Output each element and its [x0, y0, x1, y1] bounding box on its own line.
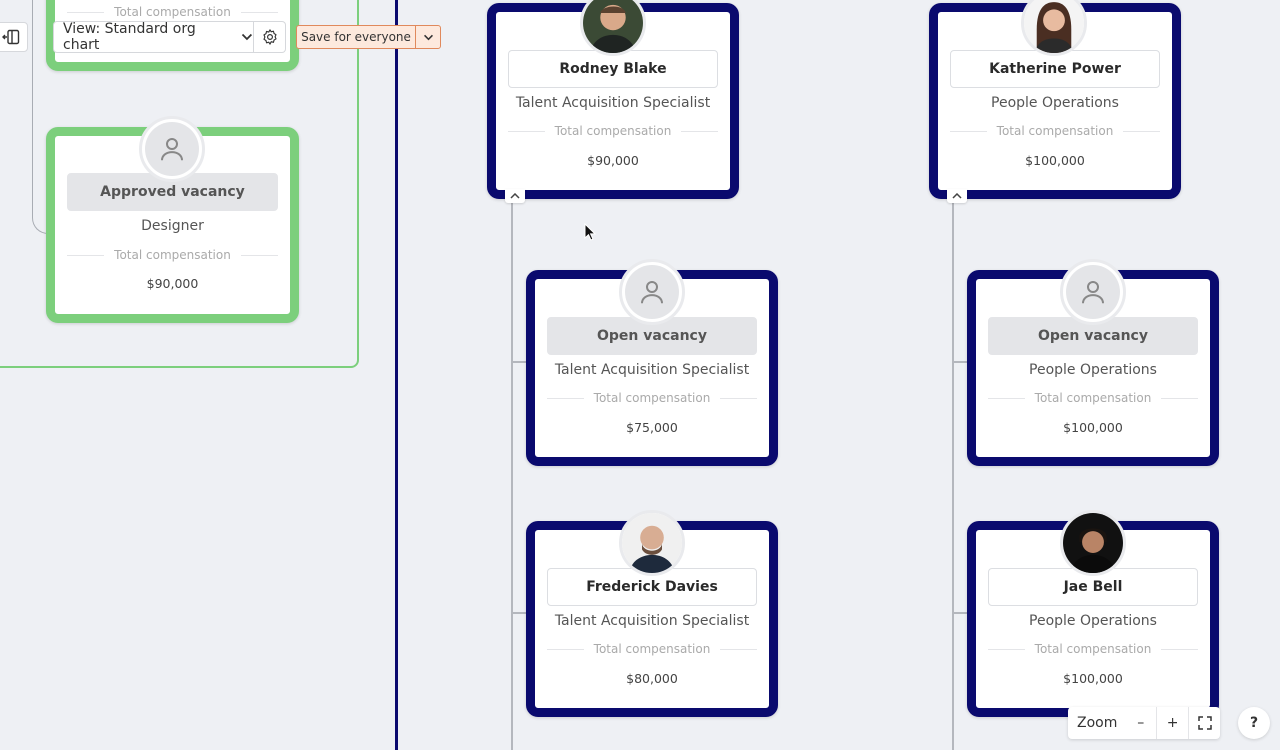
avatar [1060, 510, 1126, 576]
chevron-up-icon [952, 193, 962, 199]
team-group-border [395, 0, 398, 750]
collapse-toggle[interactable] [947, 189, 967, 203]
zoom-out-button[interactable]: – [1125, 707, 1156, 739]
view-settings-button[interactable] [254, 21, 286, 53]
avatar-photo [1024, 0, 1084, 53]
help-button[interactable]: ? [1238, 707, 1270, 739]
chevron-down-icon [241, 33, 253, 41]
avatar [139, 116, 205, 182]
save-button-label: Save for everyone [301, 30, 411, 44]
compensation-value: $90,000 [146, 276, 199, 291]
compensation-label: Total compensation [67, 5, 278, 19]
zoom-in-button[interactable]: + [1156, 707, 1188, 739]
save-options-dropdown[interactable] [415, 25, 441, 49]
compensation-value: $90,000 [587, 153, 639, 168]
compensation-value: $75,000 [626, 420, 678, 435]
fullscreen-button[interactable] [1188, 707, 1220, 739]
view-selector-label: View: Standard org chart [63, 21, 196, 53]
compensation-label: Total compensation [950, 124, 1160, 138]
compensation-label: Total compensation [547, 642, 757, 656]
compensation-label: Total compensation [67, 248, 278, 262]
avatar [619, 259, 685, 325]
compensation-label: Total compensation [547, 391, 757, 405]
compensation-value: $100,000 [1063, 671, 1123, 686]
compensation-value: $100,000 [1025, 153, 1085, 168]
card-role: Talent Acquisition Specialist [554, 362, 750, 378]
view-selector[interactable]: View: Standard org chart [53, 21, 254, 53]
tree-connector [952, 196, 954, 750]
compensation-value: $100,000 [1063, 420, 1123, 435]
card-role: Talent Acquisition Specialist [515, 95, 711, 111]
compensation-label: Total compensation [508, 124, 718, 138]
avatar-photo [1063, 513, 1123, 573]
zoom-label: Zoom [1077, 715, 1118, 731]
tree-connector [511, 196, 513, 750]
sidebar-toggle-button[interactable] [0, 22, 28, 52]
chevron-up-icon [510, 193, 520, 199]
collapse-toggle[interactable] [505, 189, 525, 203]
card-role: Designer [141, 218, 204, 234]
compensation-value: $80,000 [626, 671, 678, 686]
person-placeholder-icon [161, 138, 183, 161]
card-role: People Operations [991, 95, 1119, 111]
gear-icon [262, 29, 277, 45]
compensation-label: Total compensation [988, 391, 1198, 405]
person-placeholder-icon [641, 281, 663, 304]
avatar [619, 510, 685, 576]
person-placeholder-icon [1082, 281, 1104, 304]
avatar [1060, 259, 1126, 325]
cursor-arrow-icon [584, 222, 597, 245]
chevron-down-icon [423, 34, 433, 40]
zoom-controls: Zoom – + [1068, 707, 1220, 739]
avatar-photo [583, 0, 643, 53]
fullscreen-icon [1197, 716, 1212, 730]
sidebar-collapse-icon [2, 29, 20, 45]
card-role: People Operations [1029, 362, 1157, 378]
card-role: People Operations [1029, 613, 1157, 629]
save-for-everyone-button[interactable]: Save for everyone [296, 25, 416, 49]
avatar-photo [622, 513, 682, 573]
card-role: Talent Acquisition Specialist [554, 613, 750, 629]
compensation-label: Total compensation [988, 642, 1198, 656]
